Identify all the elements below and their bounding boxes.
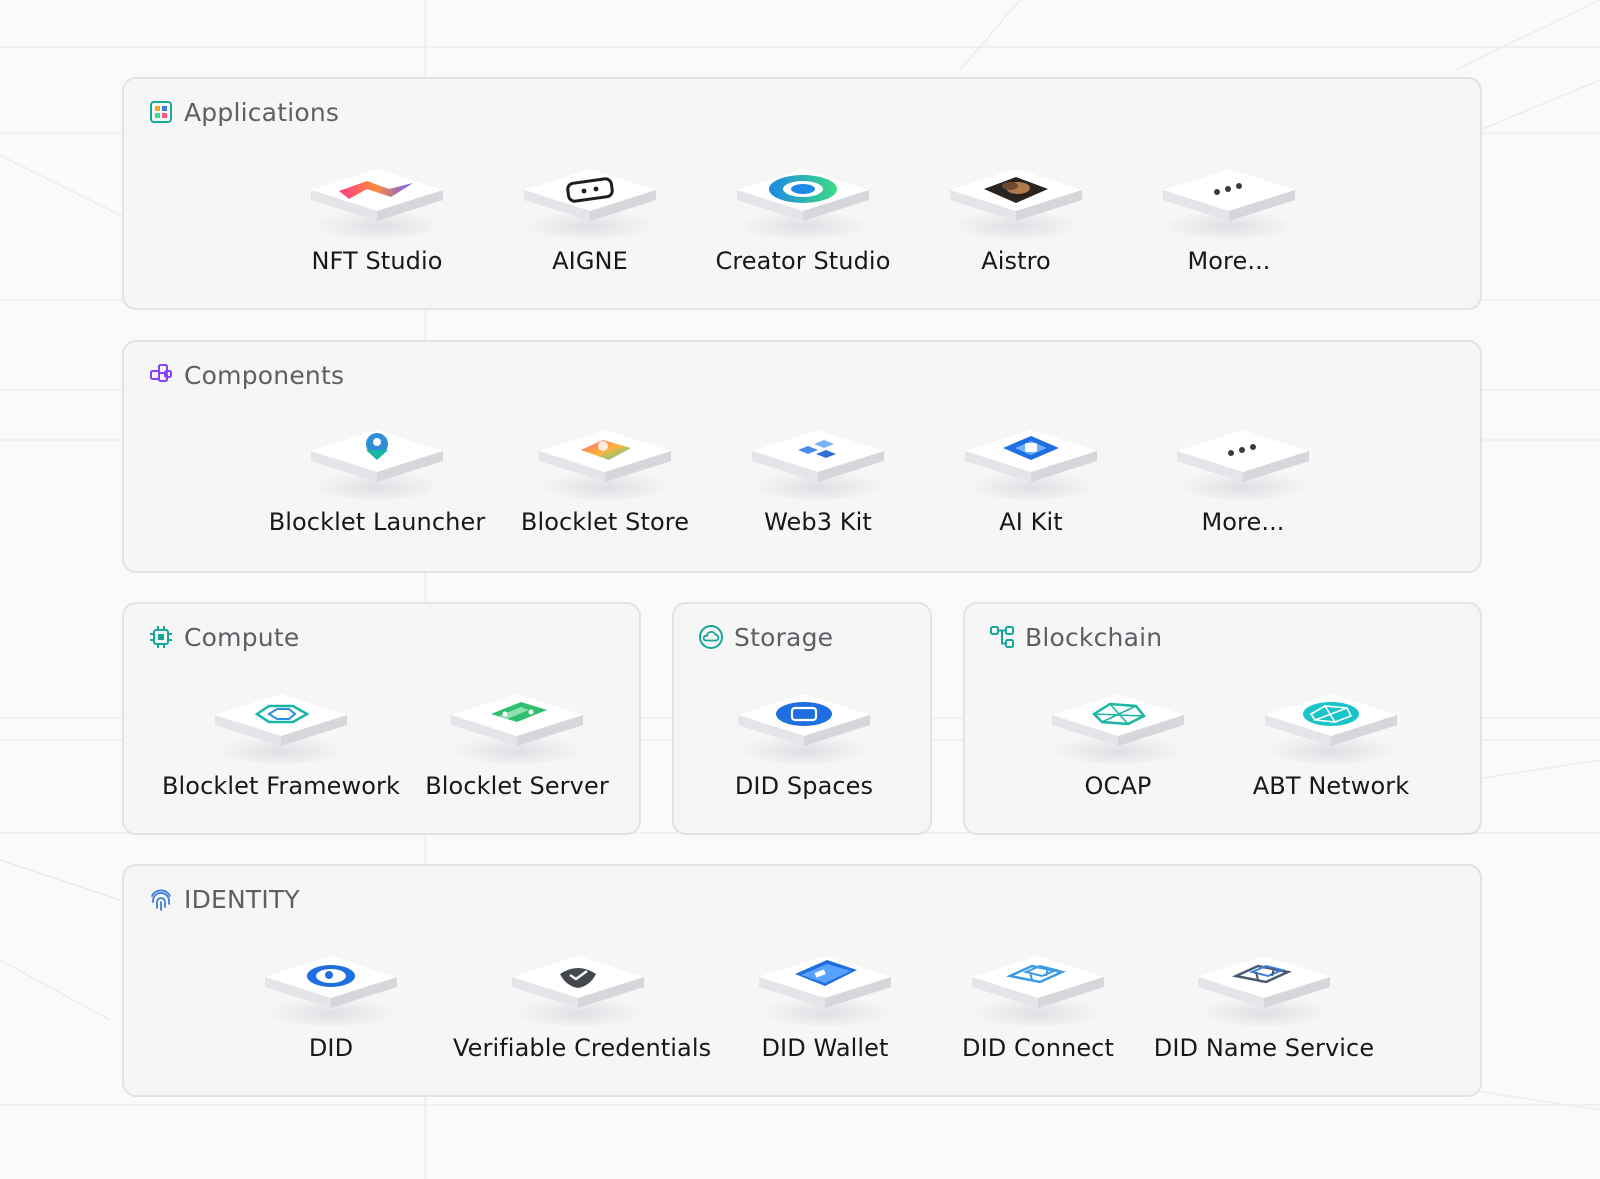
components-title: Components <box>184 360 345 390</box>
nft-studio-logo-icon <box>309 159 445 241</box>
ai-chip-icon <box>963 420 1099 502</box>
store-bag-icon <box>537 420 673 502</box>
blockchain-nodes-icon <box>989 624 1015 650</box>
server-icon <box>449 684 585 766</box>
more-dots-icon <box>1175 420 1311 502</box>
applications-header: Applications <box>148 95 339 129</box>
abt-network-icon <box>1263 684 1399 766</box>
rocket-icon <box>309 420 445 502</box>
framework-hexagon-icon <box>213 684 349 766</box>
apps-grid-icon <box>148 99 174 125</box>
components-panel: Components Blocklet Launcher Blocklet St… <box>122 340 1482 573</box>
blockchain-label: ABT Network <box>1252 772 1410 800</box>
compute-panel: Compute Blocklet Framework Blocklet Serv… <box>122 602 641 835</box>
applications-title: Applications <box>184 97 340 127</box>
aigne-logo-icon <box>522 159 658 241</box>
storage-label: DID Spaces <box>734 772 874 800</box>
identity-title: IDENTITY <box>184 884 300 914</box>
more-dots-icon <box>1161 159 1297 241</box>
web3-kit-cubes-icon <box>750 420 886 502</box>
did-connect-logo-icon <box>970 946 1106 1028</box>
component-label: More... <box>1201 508 1285 536</box>
identity-header: IDENTITY <box>148 882 300 916</box>
compute-title: Compute <box>184 622 300 652</box>
storage-panel: Storage DID Spaces <box>672 602 932 835</box>
cloud-icon <box>698 624 724 650</box>
components-header: Components <box>148 358 344 392</box>
identity-label: Verifiable Credentials <box>453 1034 712 1062</box>
aistro-portrait-icon <box>948 159 1084 241</box>
identity-label: DID <box>308 1034 354 1062</box>
compute-label: Blocklet Framework <box>161 772 401 800</box>
did-spaces-logo-icon <box>736 684 872 766</box>
blockchain-title: Blockchain <box>1025 622 1163 652</box>
components-blocks-icon <box>148 362 174 388</box>
did-wallet-card-icon <box>757 946 893 1028</box>
did-user-icon <box>263 946 399 1028</box>
fingerprint-icon <box>148 886 174 912</box>
identity-label: DID Name Service <box>1153 1034 1375 1062</box>
compute-label: Blocklet Server <box>425 772 609 800</box>
app-label: More... <box>1187 247 1271 275</box>
storage-title: Storage <box>734 622 834 652</box>
cpu-chip-icon <box>148 624 174 650</box>
identity-panel: IDENTITY DID Verifiable Credentials DID … <box>122 864 1482 1097</box>
blockchain-header: Blockchain <box>989 620 1162 654</box>
identity-label: DID Connect <box>961 1034 1114 1062</box>
verified-shield-icon <box>510 946 646 1028</box>
ocap-network-icon <box>1050 684 1186 766</box>
compute-header: Compute <box>148 620 299 654</box>
did-name-service-logo-icon <box>1196 946 1332 1028</box>
applications-panel: Applications NFT Studio AIGNE Creator St… <box>122 77 1482 310</box>
component-label: Blocklet Launcher <box>268 508 486 536</box>
creator-studio-logo-icon <box>735 159 871 241</box>
storage-header: Storage <box>698 620 833 654</box>
blockchain-panel: Blockchain OCAP ABT Network <box>963 602 1482 835</box>
